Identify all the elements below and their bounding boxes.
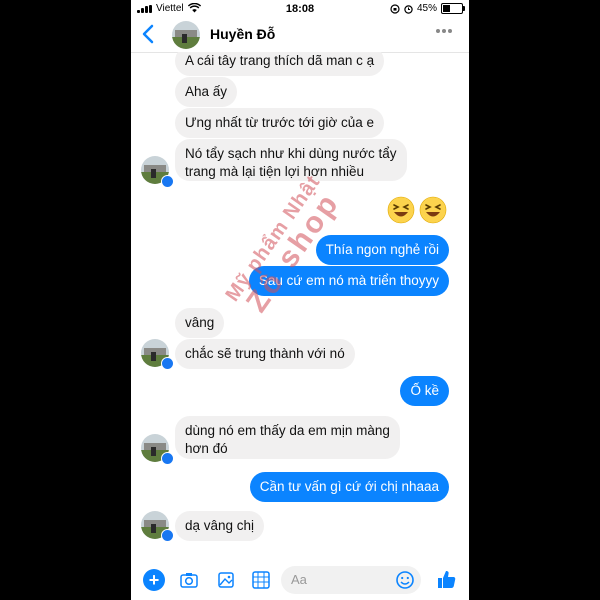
message-incoming: vâng — [175, 308, 225, 338]
message-line: dùng nó em thấy da em mịn màng — [185, 423, 390, 438]
message-outgoing: Cần tư vấn gì cứ ới chị nhaaa — [249, 472, 449, 502]
message-incoming: Ưng nhất từ trước tới giờ của e — [175, 108, 384, 138]
messenger-badge-icon — [161, 452, 174, 465]
emoji-icon[interactable] — [395, 570, 415, 590]
message-incoming: A cái tây trang thích dã man c ạ — [175, 52, 385, 76]
message-incoming: chắc sẽ trung thành với nó — [175, 339, 355, 369]
contact-avatar[interactable] — [172, 21, 200, 49]
message-line: trang mà lại tiện lợi hơn nhiều — [185, 164, 365, 179]
message-input-placeholder: Aa — [291, 572, 307, 587]
message-incoming: Nó tẩy sạch như khi dùng nước tẩy trang … — [175, 139, 407, 181]
back-chevron-icon[interactable] — [139, 22, 159, 46]
message-line: hơn đó — [185, 441, 228, 456]
plus-icon[interactable]: + — [143, 569, 165, 591]
message-outgoing: Ố kề — [400, 376, 449, 406]
message-incoming: dùng nó em thấy da em mịn màng hơn đó — [175, 416, 400, 459]
messenger-badge-icon — [161, 357, 174, 370]
alarm-icon — [404, 4, 413, 14]
message-outgoing: Thía ngon nghẻ rồi — [315, 235, 449, 265]
status-right: 45% — [390, 3, 465, 14]
message-incoming: dạ vâng chị — [175, 511, 265, 541]
messenger-badge-icon — [161, 175, 174, 188]
messenger-badge-icon — [161, 529, 174, 542]
battery-icon — [441, 3, 465, 14]
phone-screen: Viettel 18:08 45% Huyền Đỗ A cái tây tra… — [131, 0, 469, 600]
battery-percent: 45% — [416, 3, 437, 14]
like-icon[interactable] — [435, 568, 457, 590]
message-incoming: Aha ấy — [175, 77, 238, 107]
contact-name[interactable]: Huyền Đỗ — [210, 26, 275, 42]
more-icon[interactable] — [436, 29, 452, 35]
status-bar: Viettel 18:08 45% — [131, 0, 469, 18]
camera-icon[interactable] — [179, 570, 199, 590]
gif-icon[interactable] — [251, 570, 271, 590]
chat-header: Huyền Đỗ — [131, 18, 469, 53]
message-input[interactable]: Aa — [281, 566, 421, 594]
message-outgoing: Sau cứ em nó mà triển thoyyy — [248, 266, 449, 296]
gallery-icon[interactable] — [216, 570, 236, 590]
lock-rotation-icon — [390, 3, 400, 14]
composer-bar: + Aa — [131, 562, 469, 600]
message-line: Nó tẩy sạch như khi dùng nước tẩy — [185, 146, 397, 161]
chat-thread: A cái tây trang thích dã man c ạ Aha ấy … — [131, 52, 469, 562]
